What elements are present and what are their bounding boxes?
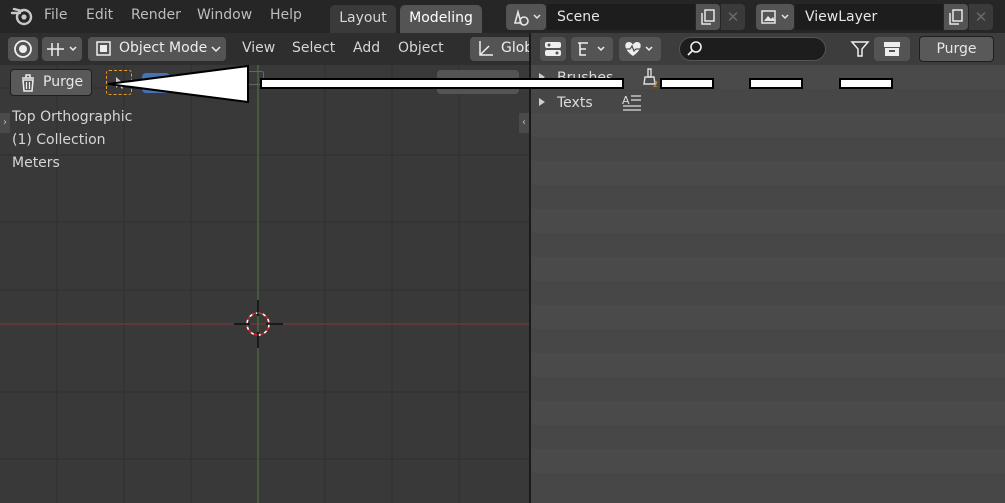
outliner-row — [531, 473, 1005, 497]
archive-button[interactable] — [874, 37, 910, 61]
object-mode-icon — [96, 41, 111, 56]
purge-label: Purge — [43, 74, 84, 90]
outliner-row — [531, 281, 1005, 305]
tree-item-brushes[interactable]: Brushes — [539, 70, 613, 86]
purge-button-outliner[interactable]: Purge — [919, 36, 994, 62]
sidebar-expand-icon[interactable]: ‹ — [519, 113, 529, 133]
filter-icon — [850, 41, 870, 57]
new-scene-button[interactable] — [696, 4, 720, 30]
outliner-row — [531, 161, 1005, 185]
svg-text:2: 2 — [653, 80, 658, 89]
outliner-row — [531, 257, 1005, 281]
editor-type-button[interactable] — [8, 37, 38, 61]
outliner-row — [531, 377, 1005, 401]
new-viewlayer-button[interactable] — [944, 4, 968, 30]
tree-item-label: Brushes — [557, 70, 614, 86]
scene-browse-button[interactable] — [506, 4, 546, 30]
outliner-row — [531, 137, 1005, 161]
orientation-label: Glob — [501, 40, 529, 56]
blender-logo-icon[interactable] — [10, 5, 34, 27]
tree-item-texts[interactable]: Texts — [539, 95, 593, 111]
menu-window[interactable]: Window — [197, 7, 252, 23]
menu-help[interactable]: Help — [270, 7, 302, 23]
outliner-row — [531, 449, 1005, 473]
viewport-header: Object Mode View Select Add Object Glob — [0, 33, 529, 65]
outliner-header: Purge — [531, 33, 1005, 65]
brush-icon: 2 — [643, 68, 658, 89]
collection-label: (1) Collection — [12, 132, 106, 148]
outliner-row — [531, 329, 1005, 353]
svg-text:A: A — [622, 94, 630, 107]
toolbar-expand-icon[interactable]: › — [0, 113, 10, 133]
top-menu-bar: File Edit Render Window Help Layout Mode… — [0, 0, 1005, 33]
viewlayer-name-field[interactable]: ViewLayer — [795, 4, 943, 30]
cursor-arrow-icon — [116, 77, 124, 89]
menu-file[interactable]: File — [44, 7, 67, 23]
delete-viewlayer-button[interactable]: ✕ — [969, 4, 993, 30]
display-mode-icon — [578, 42, 605, 56]
selection-mode-set-icon[interactable] — [142, 73, 170, 93]
delete-scene-button[interactable]: ✕ — [721, 4, 745, 30]
viewport-grid — [0, 65, 529, 503]
3d-viewport[interactable]: Object Mode View Select Add Object Glob — [0, 33, 529, 503]
orphan-data-dropdown[interactable] — [619, 37, 661, 61]
transform-pivot-button[interactable] — [42, 37, 82, 61]
purge-button-viewport[interactable]: Purge — [10, 69, 92, 96]
filter-button[interactable] — [846, 37, 874, 61]
units-label: Meters — [12, 155, 60, 171]
select-box-tool-icon[interactable] — [106, 70, 132, 95]
options-dropdown[interactable] — [437, 70, 519, 94]
menu-object[interactable]: Object — [398, 40, 444, 56]
chevron-down-icon — [211, 46, 221, 53]
outliner-row — [531, 425, 1005, 449]
outliner-row — [531, 233, 1005, 257]
outliner-row — [531, 305, 1005, 329]
search-input[interactable] — [679, 37, 826, 61]
scene-name-field[interactable]: Scene — [547, 4, 695, 30]
outliner-icon — [545, 42, 561, 56]
expand-arrow-icon[interactable] — [539, 98, 545, 106]
duplicate-icon — [701, 9, 715, 25]
menu-render[interactable]: Render — [131, 7, 181, 23]
view-name-label: Top Orthographic — [12, 109, 133, 125]
transform-orientation-dropdown[interactable]: Glob — [470, 37, 529, 61]
outliner-row — [531, 185, 1005, 209]
duplicate-icon — [949, 9, 963, 25]
orientation-icon — [479, 41, 493, 56]
outliner-row — [531, 401, 1005, 425]
text-icon: A — [622, 94, 641, 111]
archive-icon — [884, 42, 900, 56]
outliner-editor[interactable]: Purge Brushes 2 Texts A — [531, 33, 1005, 503]
viewlayer-browse-button[interactable] — [756, 4, 794, 30]
outliner-row — [531, 209, 1005, 233]
outliner-row — [531, 113, 1005, 137]
display-mode-dropdown[interactable] — [571, 37, 613, 61]
trash-icon — [22, 74, 34, 92]
outliner-row — [531, 353, 1005, 377]
pivot-icon — [47, 43, 77, 56]
menu-view[interactable]: View — [242, 40, 275, 56]
menu-edit[interactable]: Edit — [86, 7, 113, 23]
image-layer-icon — [761, 10, 789, 24]
scene-icon — [513, 8, 541, 26]
object-mode-dropdown[interactable]: Object Mode — [88, 37, 226, 61]
mode-toggle-icon[interactable] — [248, 71, 264, 85]
tab-modeling[interactable]: Modeling — [400, 5, 482, 33]
menu-select[interactable]: Select — [292, 40, 335, 56]
editor-type-button[interactable] — [540, 37, 566, 61]
tab-layout[interactable]: Layout — [330, 5, 396, 33]
search-icon — [687, 41, 702, 56]
orphan-data-icon — [625, 42, 653, 56]
menu-add[interactable]: Add — [353, 40, 380, 56]
object-mode-label: Object Mode — [119, 40, 208, 56]
tree-item-label: Texts — [557, 95, 593, 111]
outliner-row — [531, 89, 1005, 113]
viewport-shading-icon — [14, 40, 32, 58]
expand-arrow-icon[interactable] — [539, 73, 545, 81]
